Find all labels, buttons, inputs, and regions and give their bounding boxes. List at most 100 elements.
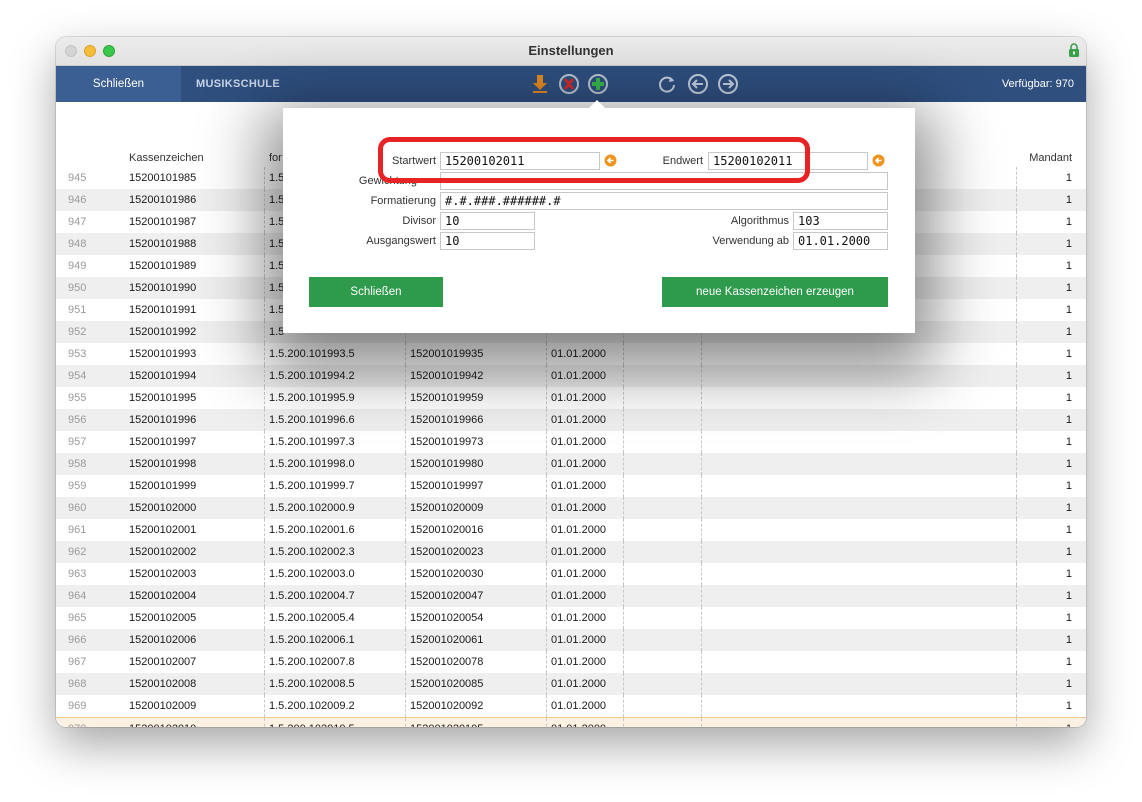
column-divider (623, 365, 624, 387)
table-row[interactable]: 955 15200101995 1.5.200.101995.9 1520010199… (56, 387, 1086, 409)
code-cell: 152001020030 (410, 568, 484, 580)
column-divider (1016, 673, 1017, 695)
date-cell: 01.01.2000 (551, 678, 607, 690)
mandant-cell: 1 (1066, 718, 1072, 727)
forward-icon[interactable] (717, 73, 739, 95)
section-tab-musikschule[interactable]: MUSIKSCHULE (196, 66, 280, 102)
delete-icon[interactable] (558, 73, 580, 95)
table-row[interactable]: 970 15200102010 1.5.200.102010.5 1520010201… (56, 717, 1086, 727)
row-number: 945 (68, 172, 87, 184)
startwert-field[interactable]: 15200102011 (440, 152, 600, 170)
table-row[interactable]: 967 15200102007 1.5.200.102007.8 1520010200… (56, 651, 1086, 673)
verwendung-field[interactable]: 01.01.2000 (793, 232, 888, 250)
column-divider (1016, 167, 1017, 189)
available-count: Verfügbar: 970 (1001, 78, 1074, 90)
column-divider (623, 519, 624, 541)
column-divider (405, 409, 406, 431)
code-cell: 152001020061 (410, 634, 484, 646)
format-cell: 1.5.200.101993.5 (269, 348, 355, 360)
column-divider (405, 387, 406, 409)
column-divider (264, 343, 265, 365)
table-row[interactable]: 964 15200102004 1.5.200.102004.7 1520010200… (56, 585, 1086, 607)
code-cell: 152001020047 (410, 590, 484, 602)
kassenzeichen-cell: 15200102009 (129, 700, 197, 712)
add-icon[interactable] (587, 73, 609, 95)
column-divider (405, 607, 406, 629)
download-icon[interactable] (529, 73, 551, 95)
table-row[interactable]: 963 15200102003 1.5.200.102003.0 1520010200… (56, 563, 1086, 585)
table-row[interactable]: 960 15200102000 1.5.200.102000.9 1520010200… (56, 497, 1086, 519)
table-row[interactable]: 954 15200101994 1.5.200.101994.2 1520010199… (56, 365, 1086, 387)
column-divider (701, 607, 702, 629)
column-divider (701, 519, 702, 541)
back-icon[interactable] (687, 73, 709, 95)
column-divider (1016, 277, 1017, 299)
column-divider (264, 541, 265, 563)
refresh-icon[interactable] (656, 73, 678, 95)
kassenzeichen-cell: 15200102004 (129, 590, 197, 602)
column-divider (1016, 409, 1017, 431)
table-row[interactable]: 968 15200102008 1.5.200.102008.5 1520010200… (56, 673, 1086, 695)
popover-close-button[interactable]: Schließen (309, 277, 443, 307)
table-row[interactable]: 953 15200101993 1.5.200.101993.5 1520010199… (56, 343, 1086, 365)
code-cell: 152001020016 (410, 524, 484, 536)
startwert-arrow-icon[interactable] (604, 154, 617, 167)
column-divider (623, 475, 624, 497)
format-cell: 1.5.200.101998.0 (269, 458, 355, 470)
gewichtung-label: Gewichtung (358, 175, 417, 187)
date-cell: 01.01.2000 (551, 392, 607, 404)
table-row[interactable]: 961 15200102001 1.5.200.102001.6 1520010200… (56, 519, 1086, 541)
date-cell: 01.01.2000 (551, 524, 607, 536)
column-divider (546, 519, 547, 541)
table-row[interactable]: 966 15200102006 1.5.200.102006.1 1520010200… (56, 629, 1086, 651)
column-header-format[interactable]: for (269, 152, 282, 164)
format-cell: 1.5.200.102009.2 (269, 700, 355, 712)
row-number: 951 (68, 304, 87, 316)
code-cell: 152001019942 (410, 370, 484, 382)
algorithmus-field[interactable]: 103 (793, 212, 888, 230)
column-divider (701, 673, 702, 695)
create-kassenzeichen-button[interactable]: neue Kassenzeichen erzeugen (662, 277, 888, 307)
column-divider (623, 541, 624, 563)
table-row[interactable]: 957 15200101997 1.5.200.101997.3 1520010199… (56, 431, 1086, 453)
kassenzeichen-cell: 15200101997 (129, 436, 197, 448)
code-cell: 152001020105 (410, 718, 483, 727)
date-cell: 01.01.2000 (551, 414, 607, 426)
table-row[interactable]: 962 15200102002 1.5.200.102002.3 1520010200… (56, 541, 1086, 563)
date-cell: 01.01.2000 (551, 718, 606, 727)
table-row[interactable]: 958 15200101998 1.5.200.101998.0 1520010199… (56, 453, 1086, 475)
mandant-cell: 1 (1065, 282, 1072, 294)
endwert-arrow-icon[interactable] (872, 154, 885, 167)
column-divider (546, 453, 547, 475)
table-row[interactable]: 965 15200102005 1.5.200.102005.4 1520010200… (56, 607, 1086, 629)
table-row[interactable]: 956 15200101996 1.5.200.101996.6 1520010199… (56, 409, 1086, 431)
table-row[interactable]: 959 15200101999 1.5.200.101999.7 1520010199… (56, 475, 1086, 497)
kassenzeichen-cell: 15200101996 (129, 414, 197, 426)
kassenzeichen-cell: 15200102002 (129, 546, 197, 558)
column-header-mandant[interactable]: Mandant (1029, 152, 1072, 164)
endwert-field[interactable]: 15200102011 (708, 152, 868, 170)
toolbar-close-button[interactable]: Schließen (56, 66, 181, 102)
mandant-cell: 1 (1065, 568, 1072, 580)
table-row[interactable]: 969 15200102009 1.5.200.102009.2 1520010200… (56, 695, 1086, 717)
divisor-field[interactable]: 10 (440, 212, 535, 230)
format-cell: 1.5.200.102001.6 (269, 524, 355, 536)
formatierung-field[interactable]: #.#.###.######.# (440, 192, 888, 210)
lock-icon[interactable] (1068, 43, 1080, 57)
column-divider (1016, 519, 1017, 541)
mandant-cell: 1 (1065, 546, 1072, 558)
divisor-label: Divisor (402, 215, 436, 227)
column-divider (623, 343, 624, 365)
column-divider (1016, 497, 1017, 519)
gewichtung-field[interactable] (440, 172, 888, 190)
format-cell: 1.5 (269, 326, 285, 338)
column-divider (264, 651, 265, 673)
mandant-cell: 1 (1065, 370, 1072, 382)
row-number: 963 (68, 568, 87, 580)
column-header-kassenzeichen[interactable]: Kassenzeichen (129, 152, 204, 164)
popover-arrow (588, 100, 606, 109)
row-number: 957 (68, 436, 87, 448)
ausgangswert-field[interactable]: 10 (440, 232, 535, 250)
date-cell: 01.01.2000 (551, 502, 607, 514)
date-cell: 01.01.2000 (551, 700, 607, 712)
